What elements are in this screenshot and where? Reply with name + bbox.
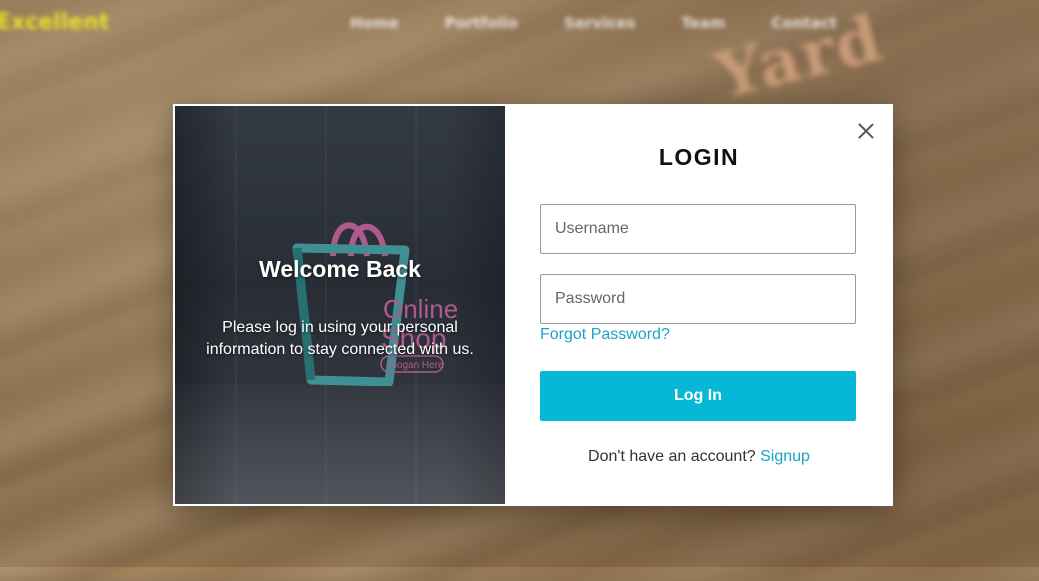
background-brand: Excellent [0,10,110,35]
login-form-panel: LOGIN Forgot Password? Log In Don't have… [505,104,893,506]
login-button[interactable]: Log In [540,371,856,421]
nav-item-services: Services [563,14,636,32]
forgot-password-link[interactable]: Forgot Password? [540,326,670,344]
nav-item-portfolio: Portfolio [444,14,518,32]
username-input[interactable] [540,204,856,254]
login-modal: Online Shop Slogan Here Welcome Back Ple… [173,104,893,506]
signup-prompt: Don't have an account? Signup [505,448,893,466]
nav-item-team: Team [681,14,726,32]
login-title: LOGIN [658,144,740,170]
no-account-text: Don't have an account? [588,448,756,465]
panel-overlay [175,106,505,504]
nav-item-home: Home [350,14,399,32]
welcome-text: Please log in using your personal inform… [206,319,474,358]
welcome-title: Welcome Back [259,256,421,282]
signup-link[interactable]: Signup [760,448,810,465]
password-input[interactable] [540,274,856,324]
welcome-panel: Online Shop Slogan Here Welcome Back Ple… [175,106,505,504]
close-icon[interactable] [857,122,875,140]
